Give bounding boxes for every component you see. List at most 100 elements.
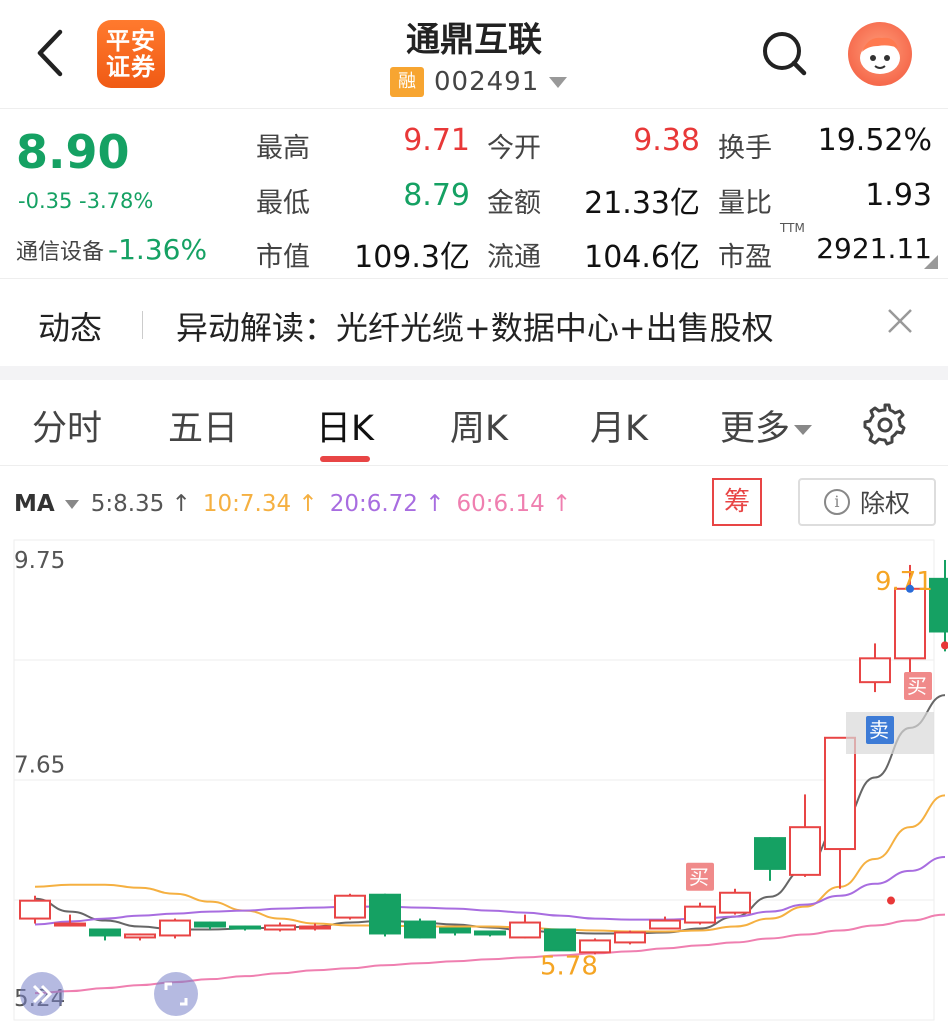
candle-down [754,837,786,870]
open-label: 今开 [487,133,541,164]
caret-down-icon [549,76,568,88]
turnover-label: 换手 [718,133,772,164]
ex-rights-label: 除权 [859,489,910,518]
search-icon[interactable] [758,28,810,80]
assistant-avatar[interactable] [848,22,912,86]
pe-label: 市盈 [718,242,772,273]
candle-up [19,899,51,920]
caret-down-icon [64,499,79,509]
news-label: 动态 [38,309,103,347]
info-icon: i [823,489,850,515]
stock-code-selector[interactable]: 融 002491 [390,64,568,100]
news-headline[interactable]: 异动解读：光纤光缆+数据中心+出售股权 [176,303,774,349]
expand-corner-icon[interactable] [924,255,938,269]
ma-selector-label: MA [14,491,55,517]
candle-up [299,925,331,930]
close-icon[interactable] [884,305,916,337]
candle-up [894,587,926,660]
fullscreen-icon[interactable] [154,972,198,1016]
candle-up [859,657,891,684]
candle-up [684,905,716,924]
buy-marker-label: 买 [907,674,927,698]
quote-panel: 8.90 -0.35 -3.78% 通信设备 -1.36% 最高 9.71 最低 … [0,108,948,276]
candle-down [439,927,471,934]
chart-period-tabs: 分时 五日 日K 周K 月K 更多 [0,380,948,466]
moving-average-legend[interactable]: MA 5:8.35 ↑ 10:7.34 ↑ 20:6.72 ↑ 60:6.14 … [14,488,583,520]
candle-up [789,826,821,876]
turnover-value: 19.52% [817,123,932,158]
tab-more[interactable]: 更多 [720,400,813,451]
candle-down [369,893,401,935]
candle-down [474,930,506,936]
high-value: 9.71 [403,123,470,158]
top-bar: 平安 证券 通鼎互联 融 002491 [0,0,948,108]
high-price-label: 9.71 [875,567,933,597]
gear-icon[interactable] [862,402,908,448]
candle-down [194,921,226,928]
buy-dot [887,896,895,905]
candle-up [159,919,191,937]
sector-info[interactable]: 通信设备 -1.36% [16,233,207,266]
margin-trading-badge: 融 [390,67,424,97]
ma10-value: 10:7.34 ↑ [202,491,318,517]
tab-monthly-k[interactable]: 月K [590,400,648,451]
y-tick-label: 9.75 [14,548,65,574]
last-price: 8.90 [16,125,130,179]
candle-up [649,919,681,930]
candle-down [229,925,261,930]
price-change: -0.35 -3.78% [18,189,154,213]
caret-down-icon [794,425,813,435]
ma-line-ma5 [34,694,946,935]
high-label: 最高 [256,133,310,164]
sell-marker-label: 卖 [869,718,889,742]
float-cap-label: 流通 [487,242,541,273]
amount-label: 金额 [487,188,541,219]
active-tab-indicator [320,456,370,462]
candle-up [509,921,541,939]
section-gap [0,366,948,380]
candle-up [614,931,646,944]
volume-ratio-label: 量比 [718,188,772,219]
tab-intraday[interactable]: 分时 [32,400,102,451]
candle-up [264,924,296,931]
stock-code: 002491 [434,67,540,97]
candle-up [124,933,156,939]
y-tick-label: 7.65 [14,753,65,779]
candle-up [334,894,366,919]
chip-distribution-button[interactable]: 筹 [712,478,762,526]
price-dot [941,641,948,650]
tab-five-day[interactable]: 五日 [168,400,238,451]
ma60-value: 60:6.14 ↑ [456,491,572,517]
float-cap-value: 104.6亿 [584,240,700,275]
pe-value: 2921.11 [816,232,932,265]
candle-down [89,928,121,937]
news-bar[interactable]: 动态 异动解读：光纤光缆+数据中心+出售股权 [0,278,948,368]
kline-chart[interactable]: 9.757.655.249.715.78买买卖 [0,538,948,1024]
ma5-value: 5:8.35 ↑ [90,491,191,517]
tab-more-label: 更多 [720,409,791,449]
assistant-face-icon [860,37,900,74]
amount-value: 21.33亿 [584,186,700,221]
ex-rights-button[interactable]: i 除权 [798,478,936,526]
price-dot [906,584,914,593]
tab-weekly-k[interactable]: 周K [450,400,508,451]
kline-chart-svg[interactable]: 9.757.655.249.715.78买买卖 [0,538,948,1024]
low-price-label: 5.78 [540,951,598,981]
open-value: 9.38 [633,123,700,158]
expand-left-icon[interactable] [20,972,64,1016]
candle-down [404,920,436,939]
candle-down [544,928,576,952]
low-value: 8.79 [403,178,470,213]
market-cap-label: 市值 [256,242,310,273]
sector-name: 通信设备 [16,240,105,265]
news-divider [142,311,143,339]
volume-ratio-value: 1.93 [865,178,932,213]
market-cap-value: 109.3亿 [354,240,470,275]
sector-change: -1.36% [108,233,208,266]
ma20-value: 20:6.72 ↑ [329,491,445,517]
candle-up [824,736,856,851]
low-label: 最低 [256,188,310,219]
tab-daily-k[interactable]: 日K [316,400,374,451]
candle-up [719,891,751,914]
buy-marker-label: 买 [689,865,709,889]
